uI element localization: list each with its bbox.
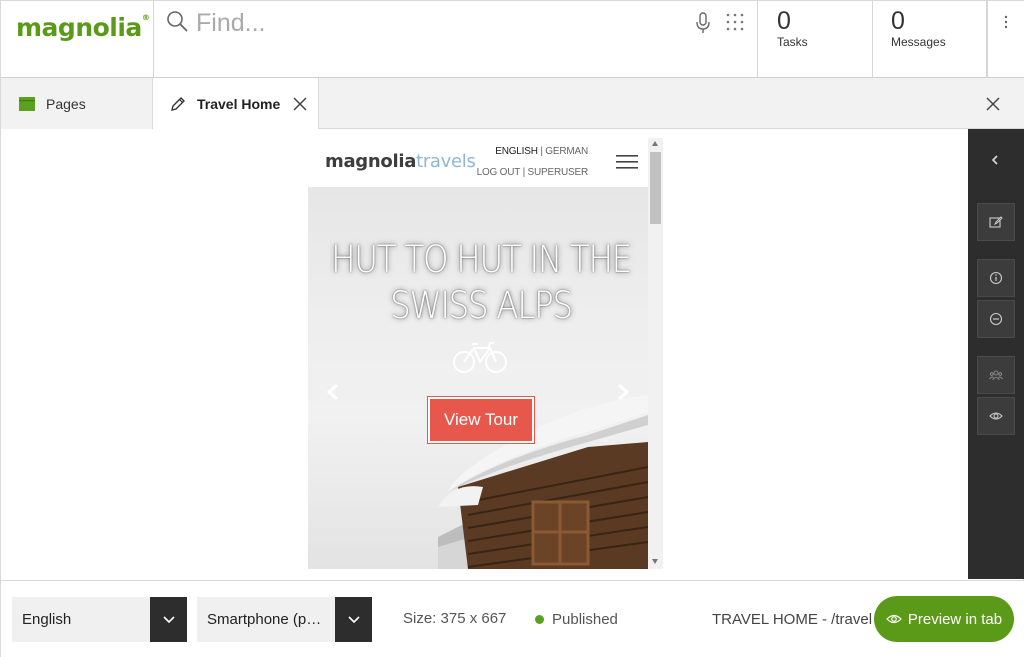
tasks-count: 0: [777, 7, 791, 35]
permissions-button[interactable]: [977, 356, 1015, 394]
viewport-size: Size: 375 x 667: [403, 610, 507, 627]
eye-icon: [886, 614, 902, 624]
eye-icon: [989, 412, 1003, 420]
search-bar: [154, 1, 758, 77]
lang-english-link[interactable]: ENGLISH: [495, 146, 538, 157]
carousel-next-icon[interactable]: [616, 383, 630, 401]
lang-german-link[interactable]: GERMAN: [545, 146, 588, 157]
app-launcher-icon[interactable]: [725, 12, 745, 32]
device-select[interactable]: Smartphone (port...: [197, 597, 372, 642]
language-select-value: English: [22, 611, 72, 628]
carousel-prev-icon[interactable]: [326, 383, 340, 401]
site-header: magnoliatravels ENGLISH | GERMAN LOG OUT…: [308, 138, 648, 187]
top-bar: magnolia® 0 Tasks: [1, 1, 1024, 78]
minus-circle-icon: [989, 312, 1003, 326]
users-icon: [989, 370, 1003, 381]
magnolia-logo[interactable]: magnolia®: [1, 1, 154, 77]
scroll-up-arrow-icon[interactable]: [652, 141, 658, 146]
info-icon: [989, 271, 1003, 285]
microphone-icon[interactable]: [694, 11, 712, 35]
language-select[interactable]: English: [12, 597, 187, 642]
messages-counter[interactable]: 0 Messages: [872, 1, 987, 77]
user-menu-button[interactable]: [987, 1, 1024, 77]
view-tour-button[interactable]: View Tour: [427, 396, 535, 444]
search-input[interactable]: [196, 7, 676, 39]
tasks-label: Tasks: [777, 35, 808, 49]
messages-label: Messages: [891, 35, 946, 49]
preview-in-tab-button[interactable]: Preview in tab: [874, 596, 1014, 642]
tab-pages[interactable]: Pages: [1, 78, 153, 129]
search-icon[interactable]: [166, 10, 190, 34]
logo-text: magnolia®: [16, 13, 150, 42]
page-info-button[interactable]: [977, 259, 1015, 297]
site-logo[interactable]: magnoliatravels: [325, 151, 476, 172]
kebab-menu-icon: [1004, 15, 1008, 29]
pages-app-icon: [19, 96, 35, 111]
action-bar: [968, 129, 1024, 579]
hamburger-menu-icon[interactable]: [616, 155, 638, 169]
preview-in-tab-label: Preview in tab: [907, 610, 1003, 628]
close-app-icon[interactable]: [985, 96, 1001, 112]
tasks-counter[interactable]: 0 Tasks: [758, 1, 873, 77]
publish-status: Published: [552, 611, 618, 628]
language-select-toggle[interactable]: [150, 597, 187, 642]
tab-bar: Pages Travel Home: [1, 78, 1024, 130]
chevron-down-icon: [347, 615, 360, 623]
tab-travel-home[interactable]: Travel Home: [153, 78, 319, 130]
status-indicator-icon: [535, 615, 544, 624]
preview-scrollbar[interactable]: [648, 138, 663, 569]
hero-carousel: HUT TO HUT IN THE SWISS ALPS View Tour: [308, 187, 648, 569]
collapse-icon[interactable]: [989, 153, 1001, 167]
scroll-thumb[interactable]: [650, 152, 661, 224]
hero-title: HUT TO HUT IN THE SWISS ALPS: [331, 238, 632, 327]
device-select-toggle[interactable]: [335, 597, 372, 642]
status-footer: English Smartphone (port... Size: 375 x …: [1, 580, 1024, 657]
messages-count: 0: [891, 7, 905, 35]
chevron-down-icon: [162, 615, 175, 623]
tab-travel-home-label: Travel Home: [197, 96, 281, 112]
edit-page-button[interactable]: [977, 203, 1015, 241]
edit-page-icon: [989, 216, 1003, 228]
logout-link[interactable]: LOG OUT | SUPERUSER: [477, 167, 589, 178]
app-window: magnolia® 0 Tasks: [0, 0, 1024, 657]
tab-pages-label: Pages: [46, 95, 86, 112]
page-path: TRAVEL HOME - /travel: [712, 611, 873, 628]
remove-button[interactable]: [977, 300, 1015, 338]
pencil-icon: [171, 97, 185, 111]
bicycle-icon: [453, 342, 507, 373]
close-tab-icon[interactable]: [293, 97, 307, 111]
scroll-down-arrow-icon[interactable]: [652, 559, 658, 564]
page-preview-area: magnoliatravels ENGLISH | GERMAN LOG OUT…: [1, 129, 968, 580]
preview-button[interactable]: [977, 397, 1015, 435]
phone-preview-frame[interactable]: magnoliatravels ENGLISH | GERMAN LOG OUT…: [308, 138, 663, 569]
language-switcher: ENGLISH | GERMAN: [495, 146, 588, 157]
device-select-value: Smartphone (port...: [207, 611, 329, 628]
